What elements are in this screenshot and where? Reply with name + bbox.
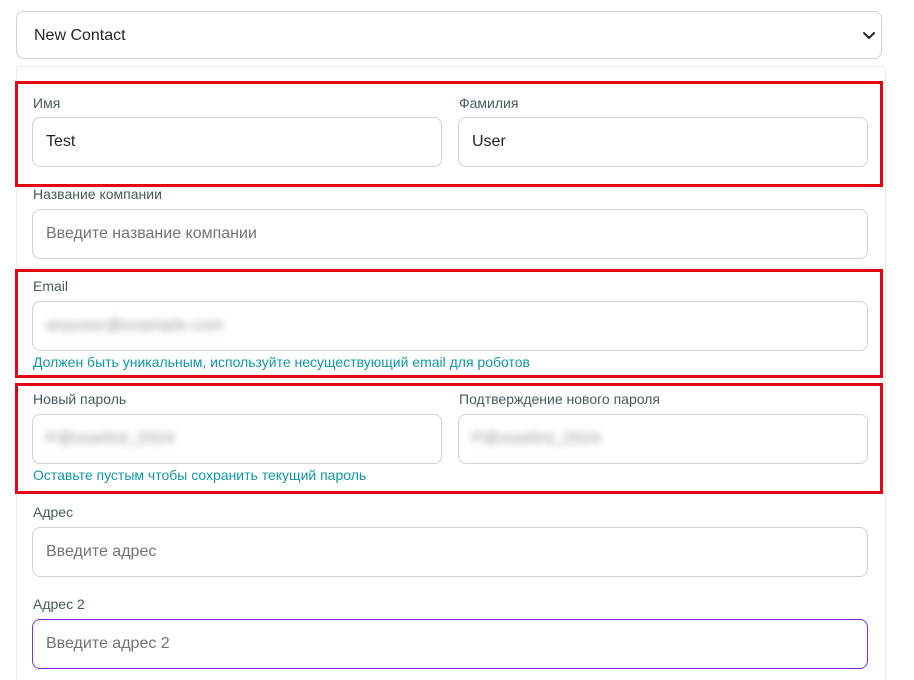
company-label: Название компании (33, 186, 162, 202)
address-label: Адрес (33, 504, 74, 520)
chevron-down-icon (863, 32, 875, 39)
confirm-password-value-blurred: P@ssw0rd_2024 (472, 430, 601, 447)
contact-type-selected: New Contact (34, 27, 126, 44)
email-value-blurred: anyuser@example.com (46, 317, 224, 334)
first-name-input[interactable]: Test (32, 117, 442, 167)
address2-input[interactable]: Введите адрес 2 (32, 619, 868, 669)
email-label: Email (33, 278, 69, 294)
email-input[interactable]: anyuser@example.com (32, 301, 868, 351)
first-name-label: Имя (33, 95, 61, 111)
new-password-input[interactable]: P@ssw0rd_2024 (32, 414, 442, 464)
email-help-text: Должен быть уникальным, используйте несу… (33, 354, 530, 370)
new-password-label: Новый пароль (33, 391, 127, 407)
contact-type-select[interactable]: New Contact (16, 11, 882, 59)
contact-form-page: New Contact Имя Test Фамилия User Назван… (0, 0, 914, 680)
confirm-password-input[interactable]: P@ssw0rd_2024 (458, 414, 868, 464)
address2-label: Адрес 2 (33, 596, 85, 612)
password-help-text: Оставьте пустым чтобы сохранить текущий … (33, 467, 367, 483)
company-input[interactable]: Введите название компании (32, 209, 868, 259)
confirm-password-label: Подтверждение нового пароля (459, 391, 660, 407)
address-input[interactable]: Введите адрес (32, 527, 868, 577)
new-password-value-blurred: P@ssw0rd_2024 (46, 430, 175, 447)
last-name-input[interactable]: User (458, 117, 868, 167)
last-name-label: Фамилия (459, 95, 519, 111)
